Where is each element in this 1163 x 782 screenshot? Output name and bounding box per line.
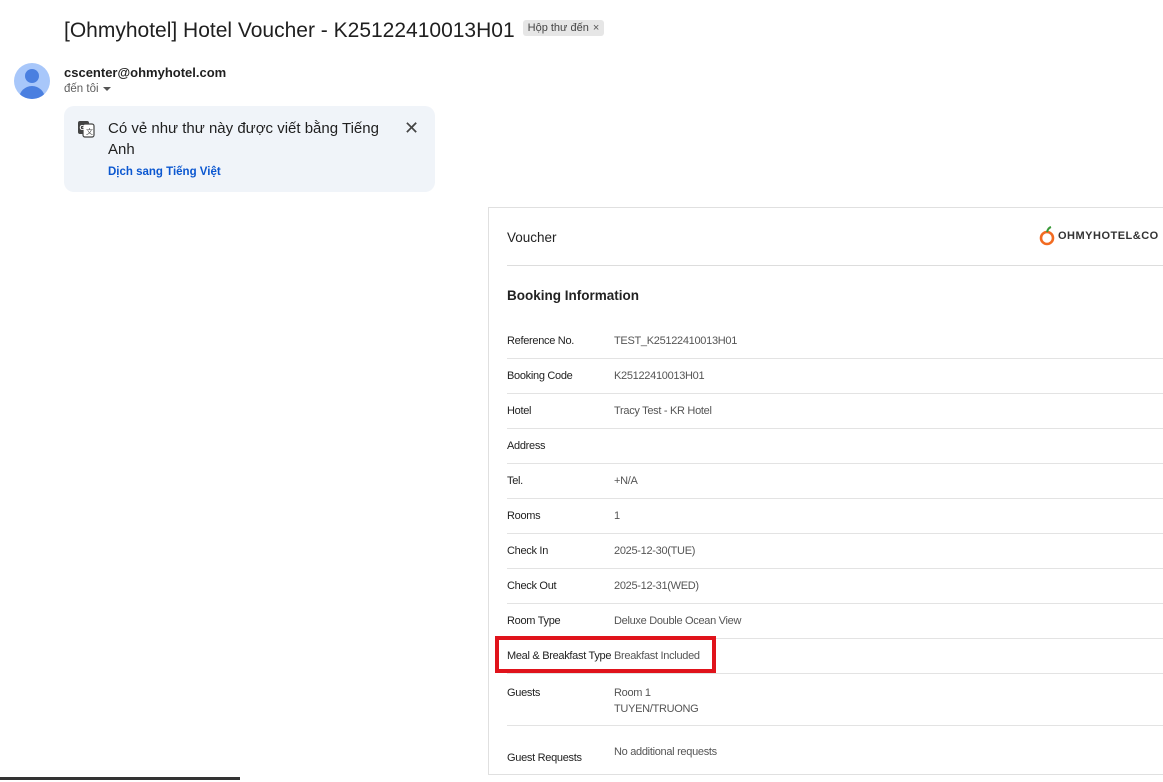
row-label: Tel. <box>507 475 523 487</box>
row-value: 2025-12-30(TUE) <box>614 545 696 557</box>
section-title: Booking Information <box>507 288 639 303</box>
table-row: Booking Code K25122410013H01 <box>507 359 1163 394</box>
translate-link[interactable]: Dịch sang Tiếng Việt <box>108 166 221 178</box>
horizontal-scrollbar[interactable] <box>0 777 240 780</box>
table-row: Hotel Tracy Test - KR Hotel <box>507 394 1163 429</box>
close-icon[interactable]: ✕ <box>404 118 419 139</box>
recipient-details-toggle[interactable]: đến tôi <box>64 83 111 95</box>
svg-text:文: 文 <box>86 127 93 136</box>
row-value: No additional requests <box>614 746 717 758</box>
table-row: Rooms 1 <box>507 499 1163 534</box>
table-row: Reference No. TEST_K25122410013H01 <box>507 324 1163 359</box>
label-text: Hộp thư đến <box>527 22 589 35</box>
table-row: Address <box>507 429 1163 464</box>
table-row-requests: Guest Requests No additional requests <box>507 726 1163 771</box>
subject-text: [Ohmyhotel] Hotel Voucher - K25122410013… <box>64 19 515 42</box>
table-row: Check Out 2025-12-31(WED) <box>507 569 1163 604</box>
row-label: Check In <box>507 545 549 557</box>
svg-text:G: G <box>80 125 86 132</box>
row-label: Guests <box>507 687 541 699</box>
voucher-card: Voucher OHMYHOTEL&CO Booking Information… <box>488 207 1163 775</box>
row-value: Room 1 TUYEN/TRUONG <box>614 685 699 717</box>
table-row: Tel. +N/A <box>507 464 1163 499</box>
row-label: Booking Code <box>507 370 573 382</box>
chevron-down-icon <box>102 86 111 91</box>
row-value: TEST_K25122410013H01 <box>614 335 738 347</box>
table-row-guests: Guests Room 1 TUYEN/TRUONG <box>507 674 1163 726</box>
row-label: Room Type <box>507 615 561 627</box>
row-label: Reference No. <box>507 335 575 347</box>
row-value: +N/A <box>614 475 638 487</box>
table-row: Check In 2025-12-30(TUE) <box>507 534 1163 569</box>
guest-room: Room 1 <box>614 687 651 699</box>
row-label: Address <box>507 440 546 452</box>
row-value: Tracy Test - KR Hotel <box>614 405 712 417</box>
row-label: Check Out <box>507 580 557 592</box>
row-value: 2025-12-31(WED) <box>614 580 699 592</box>
row-label: Hotel <box>507 405 532 417</box>
recipient-text: đến tôi <box>64 83 99 95</box>
booking-info-table: Reference No. TEST_K25122410013H01 Bookin… <box>507 324 1163 771</box>
email-subject: [Ohmyhotel] Hotel Voucher - K25122410013… <box>64 19 605 43</box>
row-value: 1 <box>614 510 620 522</box>
row-label: Guest Requests <box>507 751 582 764</box>
guest-name: TUYEN/TRUONG <box>614 703 699 715</box>
inbox-label-badge[interactable]: Hộp thư đến × <box>522 20 605 37</box>
highlight-annotation-box <box>495 636 716 673</box>
table-row: Room Type Deluxe Double Ocean View <box>507 604 1163 639</box>
sender-email[interactable]: cscenter@ohmyhotel.com <box>64 65 226 80</box>
row-label: Rooms <box>507 510 541 522</box>
avatar[interactable] <box>14 63 50 99</box>
row-value: Deluxe Double Ocean View <box>614 615 742 627</box>
translate-message: Có vẻ như thư này được viết bằng Tiếng A… <box>108 120 379 158</box>
voucher-title: Voucher <box>507 230 557 245</box>
remove-label-icon[interactable]: × <box>593 22 599 34</box>
logo-text: OHMYHOTEL&CO <box>1058 230 1159 242</box>
translate-icon: G文 <box>78 121 95 138</box>
header-divider <box>507 265 1163 266</box>
ohmyhotel-logo: OHMYHOTEL&CO <box>1039 226 1159 246</box>
row-value: K25122410013H01 <box>614 370 705 382</box>
translate-banner: G文 Có vẻ như thư này được viết bằng Tiến… <box>64 106 435 192</box>
orange-logo-icon <box>1039 226 1055 246</box>
